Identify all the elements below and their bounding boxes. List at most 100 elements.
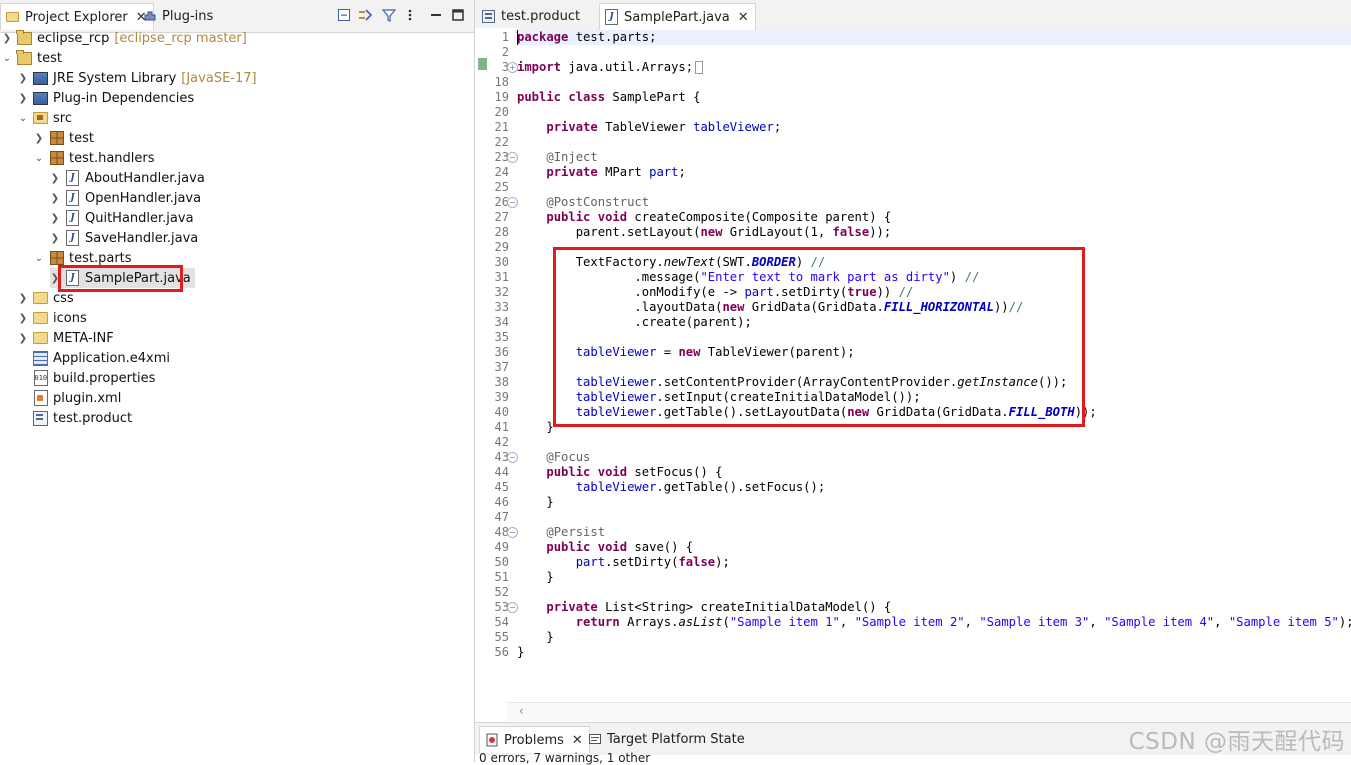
code-line: @PostConstruct bbox=[546, 195, 650, 209]
close-icon[interactable]: ✕ bbox=[738, 10, 749, 25]
tab-problems[interactable]: Problems ✕ bbox=[479, 726, 590, 753]
code-line: import java.util.Arrays; bbox=[517, 60, 704, 75]
line-number-ruler[interactable]: 1 2 3 +18 19 20 21 22 23−24 25 26−27 28 29 30 31 32 33 34… bbox=[475, 28, 518, 700]
chevron-right-icon[interactable]: ❯ bbox=[18, 73, 28, 84]
tree-item-src[interactable]: ⌄ src bbox=[18, 108, 72, 128]
code-line: public void createComposite(Composite pa… bbox=[546, 210, 892, 224]
code-line: package test.parts; bbox=[517, 30, 657, 44]
line-number: 52 bbox=[494, 585, 509, 599]
tree-item-label: test.handlers bbox=[69, 150, 155, 166]
line-number: 42 bbox=[494, 435, 509, 449]
tree-item-label: test bbox=[69, 130, 94, 146]
tree-item-quit-handler[interactable]: ❯ J QuitHandler.java bbox=[50, 208, 194, 228]
tab-sample-part-java[interactable]: J SamplePart.java ✕ bbox=[599, 3, 756, 30]
e4xmi-file-icon bbox=[33, 350, 48, 366]
tree-item-save-handler[interactable]: ❯ J SaveHandler.java bbox=[50, 228, 198, 248]
tab-label: Plug-ins bbox=[162, 8, 214, 24]
chevron-right-icon[interactable]: ❯ bbox=[50, 193, 60, 204]
tab-project-explorer[interactable]: Project Explorer ✕ bbox=[0, 3, 154, 30]
tree-item-package-test-handlers[interactable]: ⌄ test.handlers bbox=[34, 148, 155, 168]
tree-item-test-product[interactable]: test.product bbox=[33, 408, 132, 428]
line-number: 25 bbox=[494, 180, 509, 194]
tree-item-plugin-dependencies[interactable]: ❯ Plug-in Dependencies bbox=[18, 88, 194, 108]
tree-item-icons[interactable]: ❯ icons bbox=[18, 308, 87, 328]
code-line: private TableViewer tableViewer; bbox=[546, 120, 782, 134]
tree-item-build-properties[interactable]: 010 build.properties bbox=[33, 368, 155, 388]
library-icon bbox=[33, 91, 48, 106]
xml-file-icon bbox=[33, 390, 48, 406]
line-number: 19 bbox=[494, 90, 509, 104]
tree-item-package-test[interactable]: ❯ test bbox=[34, 128, 94, 148]
line-number: 2 bbox=[501, 45, 509, 59]
product-file-icon bbox=[33, 410, 48, 426]
tree-item-meta-inf[interactable]: ❯ META-INF bbox=[18, 328, 114, 348]
maximize-icon[interactable] bbox=[450, 7, 466, 23]
plugin-icon bbox=[142, 9, 157, 24]
collapsed-region-marker[interactable] bbox=[695, 61, 704, 74]
line-number: 21 bbox=[494, 120, 509, 134]
line-number: 47 bbox=[494, 510, 509, 524]
line-number: 48 bbox=[494, 525, 509, 539]
chevron-down-icon[interactable]: ⌄ bbox=[34, 253, 44, 264]
tree-item-label: src bbox=[53, 110, 72, 126]
target-platform-icon bbox=[587, 732, 602, 747]
tree-item-css[interactable]: ❯ css bbox=[18, 288, 74, 308]
tab-label: SamplePart.java bbox=[624, 9, 730, 25]
chevron-right-icon[interactable]: ❯ bbox=[18, 293, 28, 304]
tree-item-about-handler[interactable]: ❯ J AboutHandler.java bbox=[50, 168, 205, 188]
tree-item-label: eclipse_rcp bbox=[37, 30, 110, 46]
chevron-down-icon[interactable]: ⌄ bbox=[2, 53, 12, 64]
line-number: 43 bbox=[494, 450, 509, 464]
chevron-right-icon[interactable]: ❯ bbox=[50, 213, 60, 224]
chevron-right-icon[interactable]: ❯ bbox=[34, 133, 44, 144]
java-editor: test.product J SamplePart.java ✕ 1 2 3 +18 1… bbox=[475, 0, 1351, 722]
highlight-box-sample-part bbox=[58, 265, 183, 292]
tree-item-application-e4xmi[interactable]: Application.e4xmi bbox=[33, 348, 170, 368]
horizontal-scrollbar[interactable]: ‹ bbox=[507, 702, 1351, 721]
tree-item-jre-library[interactable]: ❯ JRE System Library [JavaSE-17] bbox=[18, 68, 257, 88]
tree-item-open-handler[interactable]: ❯ J OpenHandler.java bbox=[50, 188, 201, 208]
tab-test-product[interactable]: test.product bbox=[481, 3, 580, 29]
tree-item-test-project[interactable]: ⌄ test bbox=[2, 48, 62, 68]
chevron-right-icon[interactable]: ❯ bbox=[18, 333, 28, 344]
tree-item-plugin-xml[interactable]: plugin.xml bbox=[33, 388, 121, 408]
chevron-right-icon[interactable]: ❯ bbox=[18, 93, 28, 104]
view-menu-icon[interactable] bbox=[402, 7, 418, 23]
tab-plug-ins[interactable]: Plug-ins bbox=[142, 3, 213, 29]
product-file-icon bbox=[481, 9, 496, 24]
package-icon bbox=[49, 131, 64, 146]
chevron-down-icon[interactable]: ⌄ bbox=[34, 153, 44, 164]
chevron-left-icon[interactable]: ‹ bbox=[519, 704, 524, 718]
code-line: } bbox=[517, 570, 554, 584]
java-file-icon: J bbox=[604, 9, 619, 25]
code-line: } bbox=[517, 420, 554, 434]
minimize-icon[interactable] bbox=[428, 7, 444, 23]
tab-target-platform-state[interactable]: Target Platform State bbox=[587, 726, 745, 752]
chevron-down-icon[interactable]: ⌄ bbox=[18, 113, 28, 124]
filter-icon[interactable] bbox=[381, 7, 397, 23]
line-number: 54 bbox=[494, 615, 509, 629]
line-number: 26 bbox=[494, 195, 509, 209]
tree-item-label: JRE System Library bbox=[53, 70, 177, 86]
line-number: 34 bbox=[494, 315, 509, 329]
library-icon bbox=[33, 71, 48, 86]
chevron-right-icon[interactable]: ❯ bbox=[50, 173, 60, 184]
java-file-icon: J bbox=[65, 190, 80, 206]
collapse-all-icon[interactable] bbox=[336, 7, 352, 23]
project-icon bbox=[16, 49, 32, 66]
chevron-right-icon[interactable]: ❯ bbox=[18, 313, 28, 324]
line-number: 39 bbox=[494, 390, 509, 404]
tree-item-label: OpenHandler.java bbox=[85, 190, 202, 206]
code-line: public class SamplePart { bbox=[517, 90, 701, 104]
chevron-right-icon[interactable]: ❯ bbox=[50, 233, 60, 244]
line-number: 33 bbox=[494, 300, 509, 314]
tree-item-label: AboutHandler.java bbox=[85, 170, 205, 186]
code-line: private MPart part; bbox=[546, 165, 686, 179]
close-icon[interactable]: ✕ bbox=[572, 733, 583, 748]
chevron-right-icon[interactable]: ❯ bbox=[2, 33, 12, 44]
java-file-icon: J bbox=[65, 170, 80, 186]
link-with-editor-icon[interactable] bbox=[357, 7, 373, 23]
line-number: 27 bbox=[494, 210, 509, 224]
line-number: 37 bbox=[494, 360, 509, 374]
tree-item-eclipse-rcp[interactable]: ❯ eclipse_rcp [eclipse_rcp master] bbox=[2, 28, 247, 48]
